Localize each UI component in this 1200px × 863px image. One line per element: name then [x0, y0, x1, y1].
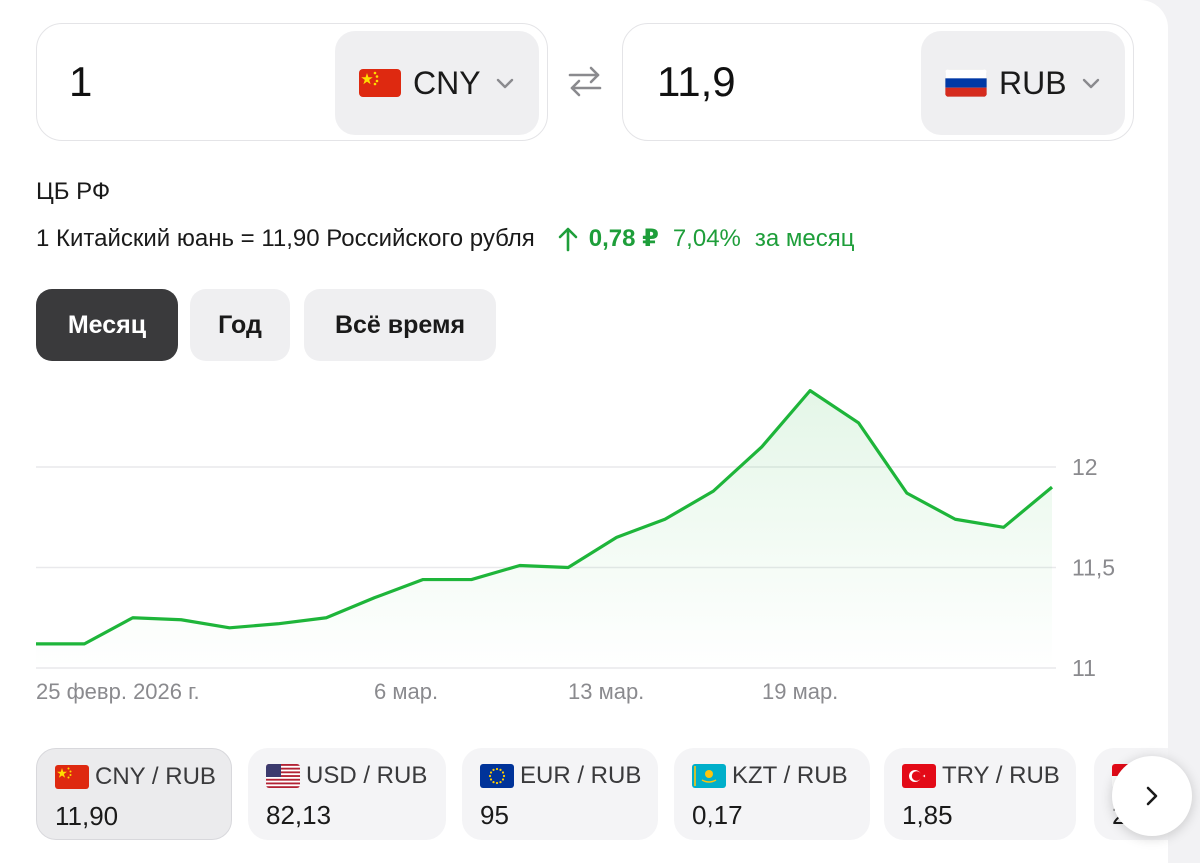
to-currency-code: RUB — [999, 64, 1067, 101]
from-amount-input[interactable] — [69, 58, 309, 106]
to-currency-select[interactable]: RUB — [921, 31, 1125, 135]
to-currency-box: RUB — [622, 23, 1134, 141]
pair-card-cny-rub[interactable]: CNY / RUB 11,90 — [36, 748, 232, 840]
pair-value: 82,13 — [266, 800, 332, 830]
chart-x-tick-label: 13 мар. — [568, 679, 644, 704]
tab-month[interactable]: Месяц — [36, 289, 178, 361]
rate-source-label: ЦБ РФ — [36, 178, 111, 205]
chart-x-tick-label: 6 мар. — [374, 679, 438, 704]
pair-name: CNY / RUB — [95, 763, 216, 790]
pair-value: 1,85 — [902, 800, 953, 830]
chart-y-tick-label: 12 — [1072, 454, 1098, 480]
eu-flag-icon — [480, 764, 514, 788]
pair-card-eur-rub[interactable]: EUR / RUB 95 — [462, 748, 658, 840]
chevron-down-icon — [496, 78, 514, 89]
pair-value: 0,17 — [692, 800, 743, 830]
rate-period: за месяц — [754, 224, 855, 252]
chart-x-tick-label: 19 мар. — [762, 679, 838, 704]
pairs-next-button[interactable] — [1112, 756, 1192, 836]
pair-name: USD / RUB — [306, 762, 428, 789]
chart-area-fill — [36, 390, 1052, 668]
tab-year[interactable]: Год — [190, 289, 290, 361]
chart-y-tick-label: 11,5 — [1072, 555, 1115, 581]
pair-name: EUR / RUB — [520, 762, 642, 789]
russia-flag-icon — [945, 69, 987, 97]
pair-name: KZT / RUB — [732, 762, 848, 789]
pair-name: TRY / RUB — [942, 762, 1060, 789]
usa-flag-icon — [266, 764, 300, 788]
turkey-flag-icon — [902, 764, 936, 788]
to-amount-input[interactable] — [657, 58, 897, 106]
chart-y-tick-label: 11 — [1072, 655, 1096, 681]
china-flag-icon — [55, 765, 89, 789]
converter-card: CNY RUB ЦБ РФ 1 Китайс — [0, 0, 1168, 863]
rate-delta-percent: 7,04% — [672, 224, 741, 252]
from-currency-select[interactable]: CNY — [335, 31, 539, 135]
pair-card-try-rub[interactable]: TRY / RUB 1,85 — [884, 748, 1076, 840]
pair-value: 11,90 — [55, 801, 119, 831]
tab-all-time[interactable]: Всё время — [304, 289, 496, 361]
chevron-right-icon — [1146, 786, 1158, 806]
pair-value: 95 — [480, 800, 509, 830]
pair-card-kzt-rub[interactable]: KZT / RUB 0,17 — [674, 748, 870, 840]
china-flag-icon — [359, 69, 401, 97]
rate-delta: 0,78 ₽ — [588, 225, 659, 252]
rate-line-chart[interactable]: 12 11,5 11 25 февр. 2026 г. 6 мар. 13 мар. 19 … — [0, 370, 1168, 715]
kazakhstan-flag-icon — [692, 764, 726, 788]
rate-text: 1 Китайский юань = 11,90 Российского руб… — [36, 224, 535, 252]
pair-card-usd-rub[interactable]: USD / RUB 82,13 — [248, 748, 446, 840]
from-currency-code: CNY — [413, 64, 481, 101]
chart-x-tick-label: 25 февр. 2026 г. — [36, 679, 200, 704]
arrow-up-icon — [558, 227, 578, 251]
chevron-down-icon — [1082, 78, 1100, 89]
rate-summary: 1 Китайский юань = 11,90 Российского руб… — [36, 224, 855, 253]
swap-arrows-icon[interactable] — [566, 64, 604, 98]
from-currency-box: CNY — [36, 23, 548, 141]
